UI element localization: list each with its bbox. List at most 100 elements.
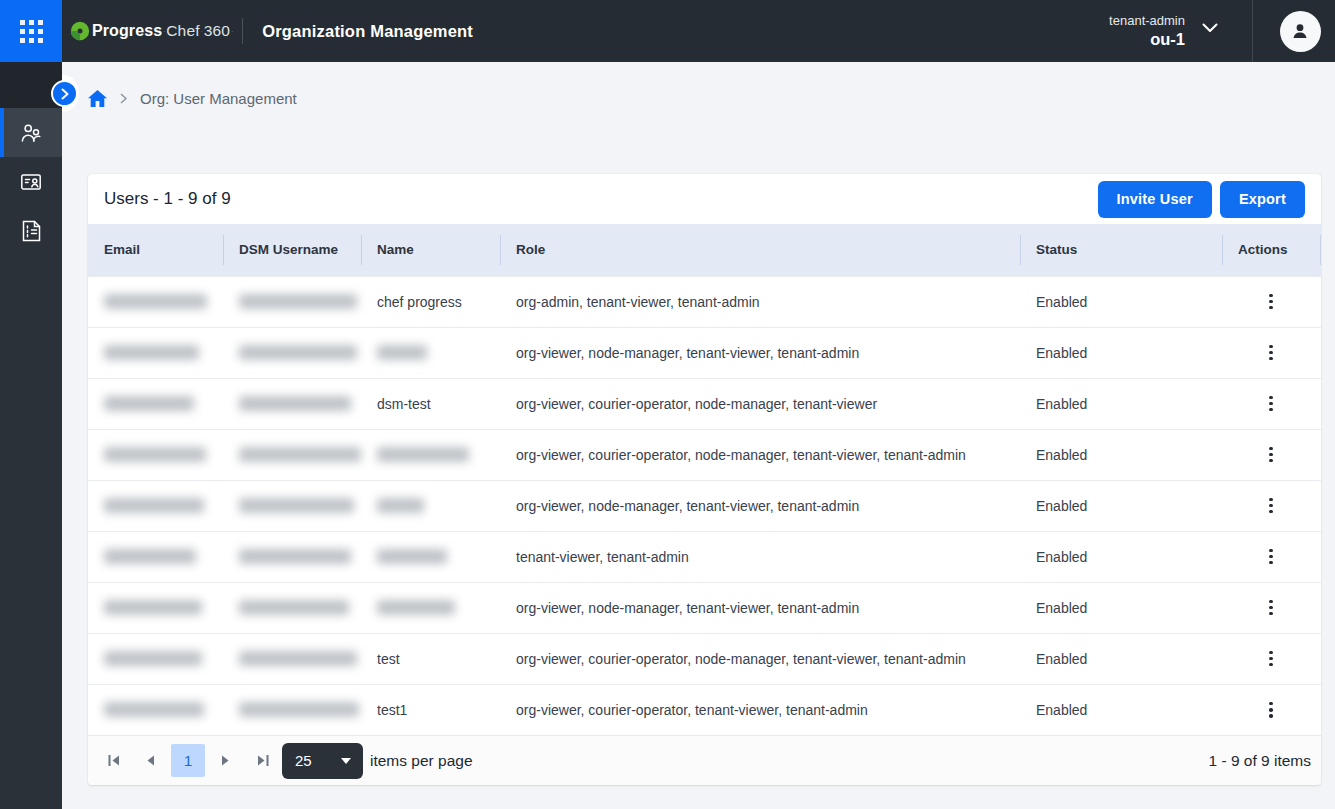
row-actions-menu-button[interactable]: [1258, 646, 1284, 672]
items-per-page-label: items per page: [370, 752, 473, 770]
dsm-username-cell: [223, 378, 361, 429]
grid-icon: [20, 20, 43, 43]
sidebar-item-document[interactable]: [0, 206, 62, 255]
brand-logo: Progress·Chef·360·: [70, 21, 234, 41]
redacted-text: [377, 498, 424, 513]
name-cell: test: [361, 633, 500, 684]
email-cell: [88, 378, 223, 429]
actions-cell: [1222, 378, 1321, 429]
status-cell: Enabled: [1020, 633, 1222, 684]
row-actions-menu-button[interactable]: [1258, 442, 1284, 468]
name-cell: chef progress: [361, 276, 500, 327]
redacted-text: [104, 651, 202, 666]
home-icon[interactable]: [88, 90, 107, 107]
dsm-username-cell: [223, 276, 361, 327]
status-cell: Enabled: [1020, 480, 1222, 531]
id-card-icon: [19, 170, 43, 194]
name-cell: test1: [361, 684, 500, 735]
redacted-text: [104, 702, 204, 717]
column-header-actions: Actions: [1222, 224, 1321, 276]
row-actions-menu-button[interactable]: [1258, 340, 1284, 366]
sidebar: [0, 62, 62, 809]
status-cell: Enabled: [1020, 582, 1222, 633]
last-page-button[interactable]: [244, 744, 281, 778]
actions-cell: [1222, 327, 1321, 378]
email-cell: [88, 429, 223, 480]
previous-page-button[interactable]: [132, 744, 169, 778]
redacted-text: [104, 345, 199, 360]
redacted-text: [104, 447, 206, 462]
redacted-text: [104, 600, 202, 615]
sidebar-item-users[interactable]: [0, 108, 62, 157]
column-header-dsm-username[interactable]: DSM Username: [223, 224, 361, 276]
trademark-mark: ·: [201, 28, 203, 34]
email-cell: [88, 684, 223, 735]
email-cell: [88, 633, 223, 684]
sidebar-item-id-card[interactable]: [0, 157, 62, 206]
column-header-role[interactable]: Role: [500, 224, 1020, 276]
next-page-button[interactable]: [207, 744, 244, 778]
table-footer: 1 25 items per page 1 - 9 of 9 items: [88, 735, 1321, 785]
actions-cell: [1222, 684, 1321, 735]
email-cell: [88, 531, 223, 582]
app-title: Organization Management: [262, 22, 473, 41]
row-actions-menu-button[interactable]: [1258, 697, 1284, 723]
export-button[interactable]: Export: [1220, 181, 1305, 218]
row-actions-menu-button[interactable]: [1258, 493, 1284, 519]
first-page-button[interactable]: [95, 744, 132, 778]
tenant-switcher[interactable]: tenant-admin ou-1: [1109, 13, 1185, 49]
row-actions-menu-button[interactable]: [1258, 595, 1284, 621]
column-header-status[interactable]: Status: [1020, 224, 1222, 276]
tenant-org: ou-1: [1109, 30, 1185, 49]
redacted-text: [377, 447, 469, 462]
tenant-role: tenant-admin: [1109, 13, 1185, 28]
table-row: tenant-viewer, tenant-adminEnabled: [88, 531, 1321, 582]
actions-cell: [1222, 429, 1321, 480]
status-cell: Enabled: [1020, 327, 1222, 378]
dsm-username-cell: [223, 582, 361, 633]
dsm-username-cell: [223, 429, 361, 480]
column-header-name[interactable]: Name: [361, 224, 500, 276]
redacted-text: [377, 345, 427, 360]
email-cell: [88, 327, 223, 378]
table-row: org-viewer, node-manager, tenant-viewer,…: [88, 582, 1321, 633]
user-menu-button[interactable]: [1253, 11, 1335, 52]
name-cell: [361, 429, 500, 480]
page-size-value: 25: [295, 752, 312, 769]
table-row: test1org-viewer, courier-operator, tenan…: [88, 684, 1321, 735]
actions-cell: [1222, 582, 1321, 633]
redacted-text: [239, 447, 361, 462]
redacted-text: [239, 651, 357, 666]
document-icon: [20, 219, 43, 243]
users-table: Email DSM Username Name Role Status Acti…: [88, 224, 1321, 735]
redacted-text: [239, 345, 357, 360]
users-card-title: Users - 1 - 9 of 9: [104, 189, 231, 209]
column-header-email[interactable]: Email: [88, 224, 223, 276]
avatar: [1280, 11, 1321, 52]
sidebar-expand-button[interactable]: [51, 80, 78, 107]
progress-logo-icon: [70, 21, 90, 41]
row-actions-menu-button[interactable]: [1258, 544, 1284, 570]
table-row: dsm-testorg-viewer, courier-operator, no…: [88, 378, 1321, 429]
redacted-text: [239, 294, 357, 309]
trademark-mark: ·: [163, 28, 165, 34]
table-header-row: Email DSM Username Name Role Status Acti…: [88, 224, 1321, 276]
brand-360: 360: [204, 22, 230, 40]
invite-user-button[interactable]: Invite User: [1098, 181, 1212, 218]
redacted-text: [377, 600, 455, 615]
actions-cell: [1222, 633, 1321, 684]
row-actions-menu-button[interactable]: [1258, 391, 1284, 417]
chevron-down-icon[interactable]: [1202, 23, 1218, 33]
person-icon: [1289, 20, 1311, 42]
row-actions-menu-button[interactable]: [1258, 289, 1284, 315]
app-launcher-button[interactable]: [0, 0, 62, 62]
role-cell: org-admin, tenant-viewer, tenant-admin: [500, 276, 1020, 327]
status-cell: Enabled: [1020, 684, 1222, 735]
role-cell: org-viewer, node-manager, tenant-viewer,…: [500, 582, 1020, 633]
role-cell: org-viewer, courier-operator, node-manag…: [500, 633, 1020, 684]
page-size-select[interactable]: 25: [282, 743, 363, 779]
table-row: testorg-viewer, courier-operator, node-m…: [88, 633, 1321, 684]
page-number-button[interactable]: 1: [171, 744, 205, 777]
topbar-divider: [242, 18, 243, 44]
name-cell: [361, 531, 500, 582]
